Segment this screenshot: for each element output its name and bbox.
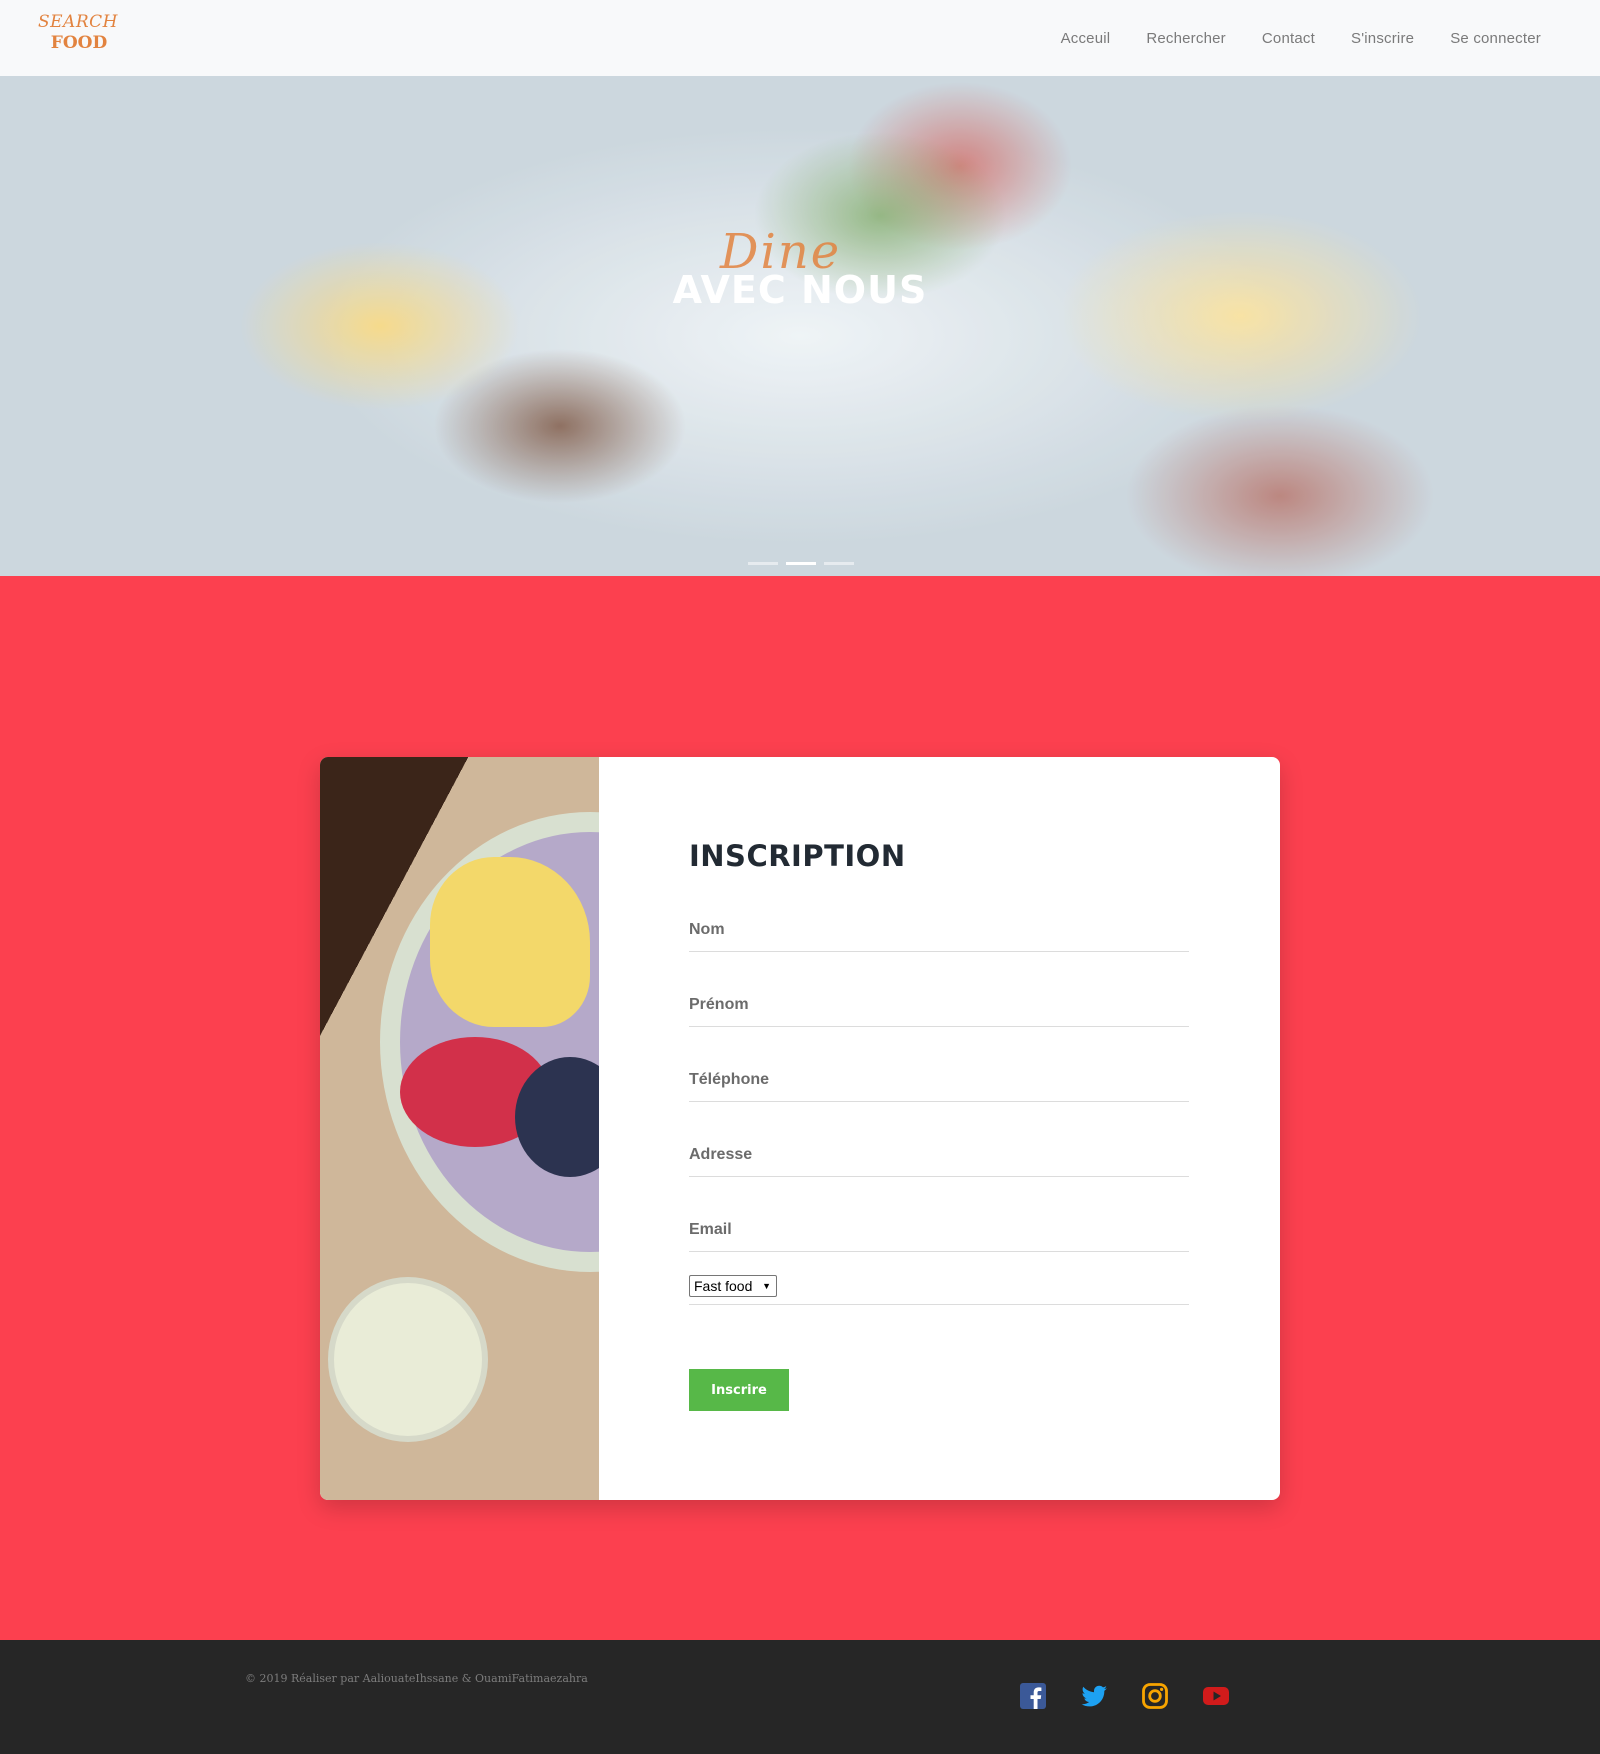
carousel-indicator-1[interactable]	[748, 562, 778, 565]
hero-carousel: Dine AVEC NOUS	[0, 76, 1600, 576]
copyright-text: © 2019 Réaliser par AaliouateIhssane & O…	[245, 1672, 588, 1685]
navbar: SEARCH FOOD Acceuil Rechercher Contact S…	[0, 0, 1600, 76]
nav-link-acceuil[interactable]: Acceuil	[1061, 30, 1111, 47]
email-input[interactable]	[689, 1216, 1189, 1244]
footer: © 2019 Réaliser par AaliouateIhssane & O…	[0, 1640, 1600, 1754]
category-select-value: Fast food	[694, 1278, 753, 1294]
carousel-indicator-3[interactable]	[824, 562, 854, 565]
nom-field-wrapper	[689, 902, 1189, 952]
inscrire-button[interactable]: Inscrire	[689, 1369, 789, 1411]
nav-links: Acceuil Rechercher Contact S'inscrire Se…	[1061, 0, 1600, 76]
category-select[interactable]: Fast food ▼	[689, 1275, 777, 1297]
nom-input[interactable]	[689, 916, 1189, 944]
adresse-field-wrapper	[689, 1127, 1189, 1177]
twitter-icon[interactable]	[1079, 1681, 1109, 1711]
carousel-indicators	[748, 562, 854, 565]
telephone-field-wrapper	[689, 1052, 1189, 1102]
nav-link-contact[interactable]: Contact	[1262, 30, 1315, 47]
social-links	[1018, 1681, 1262, 1711]
nav-link-sinscrire[interactable]: S'inscrire	[1351, 30, 1414, 47]
milk-glass-shape	[328, 1277, 488, 1442]
registration-form: INSCRIPTION Fast food ▼ Inscrire	[689, 757, 1189, 1500]
prenom-field-wrapper	[689, 977, 1189, 1027]
logo-line-1: SEARCH	[38, 12, 118, 32]
youtube-icon[interactable]	[1201, 1681, 1231, 1711]
carousel-indicator-2[interactable]	[786, 562, 816, 565]
dropdown-arrow-icon: ▼	[762, 1281, 771, 1291]
site-logo[interactable]: SEARCH FOOD	[38, 12, 118, 58]
facebook-icon[interactable]	[1018, 1681, 1048, 1711]
adresse-input[interactable]	[689, 1141, 1189, 1169]
prenom-input[interactable]	[689, 991, 1189, 1019]
nav-link-se-connecter[interactable]: Se connecter	[1450, 30, 1541, 47]
registration-card: INSCRIPTION Fast food ▼ Inscrire	[320, 757, 1280, 1500]
category-field-wrapper: Fast food ▼	[689, 1275, 1189, 1305]
logo-line-2: FOOD	[50, 33, 108, 53]
email-field-wrapper	[689, 1202, 1189, 1252]
telephone-input[interactable]	[689, 1066, 1189, 1094]
hero-food-image	[0, 76, 1600, 576]
smoothie-bowl-image	[320, 757, 599, 1500]
instagram-icon[interactable]	[1140, 1681, 1170, 1711]
form-title: INSCRIPTION	[689, 839, 906, 873]
nav-link-rechercher[interactable]: Rechercher	[1146, 30, 1226, 47]
hero-title: AVEC NOUS	[672, 268, 928, 312]
mango-shape	[430, 857, 590, 1027]
